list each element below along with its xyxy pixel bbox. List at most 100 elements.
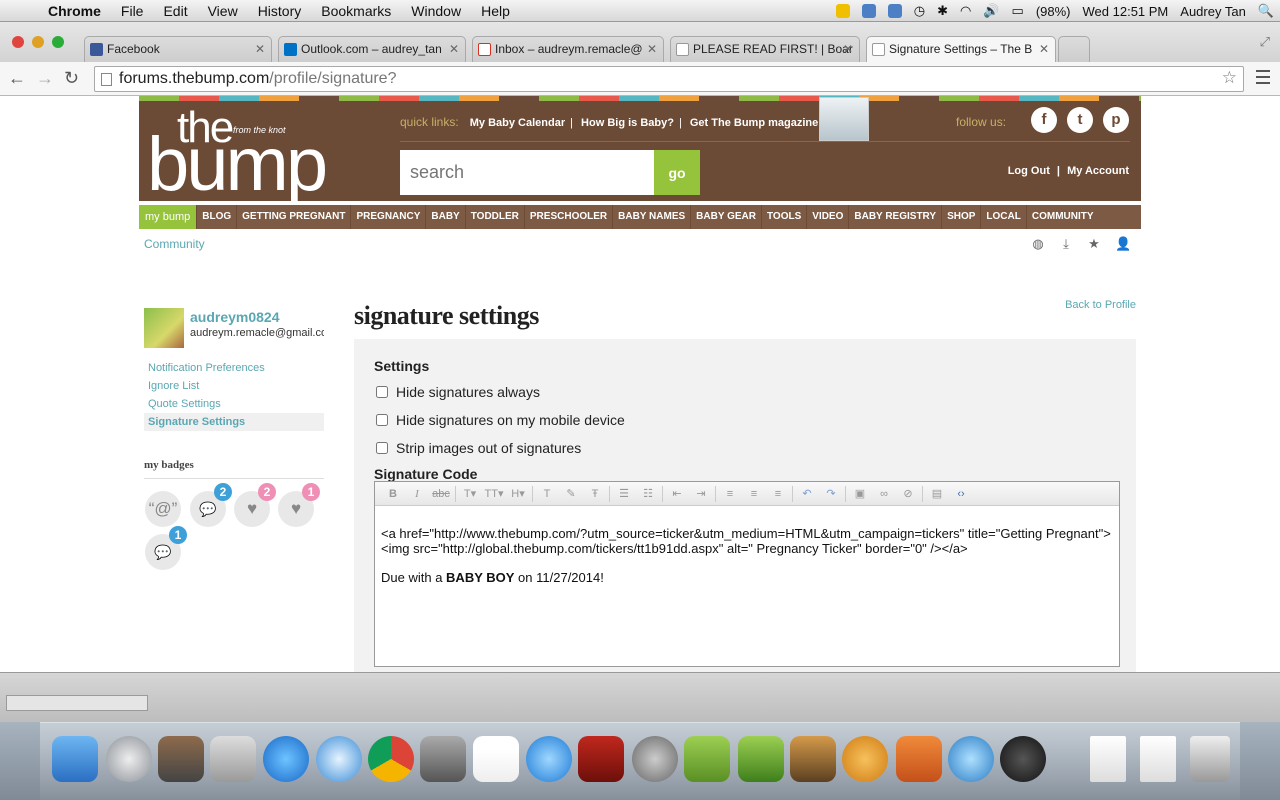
nav-baby-registry[interactable]: BABY REGISTRY — [849, 205, 943, 229]
bluetooth-icon[interactable]: ✱ — [937, 3, 948, 19]
badge-heart[interactable]: ♥ 2 — [234, 483, 276, 527]
badge-heart[interactable]: ♥ 1 — [278, 483, 320, 527]
link-icon[interactable]: ∞ — [872, 485, 896, 503]
close-tab-icon[interactable]: ✕ — [843, 42, 853, 56]
minimize-window-button[interactable] — [32, 36, 44, 48]
highlight-icon[interactable]: ✎ — [559, 485, 583, 503]
calendar-icon[interactable] — [473, 736, 519, 782]
hide-signatures-mobile-row[interactable]: Hide signatures on my mobile device — [376, 412, 625, 428]
doc-file-icon[interactable] — [1140, 736, 1176, 782]
outdent-icon[interactable]: ⇤ — [665, 485, 689, 503]
site-search-input[interactable] — [400, 150, 654, 195]
community-breadcrumb[interactable]: Community — [144, 237, 205, 251]
close-window-button[interactable] — [12, 36, 24, 48]
zoom-window-button[interactable] — [52, 36, 64, 48]
strikethrough-icon[interactable]: abc — [429, 485, 453, 503]
hide-signatures-always-row[interactable]: Hide signatures always — [376, 384, 540, 400]
avatar[interactable] — [144, 308, 184, 348]
nav-community[interactable]: COMMUNITY — [1027, 205, 1099, 229]
nav-getting-pregnant[interactable]: GETTING PREGNANT — [237, 205, 352, 229]
close-tab-icon[interactable]: ✕ — [449, 42, 459, 56]
redo-icon[interactable]: ↷ — [819, 485, 843, 503]
system-preferences-icon[interactable] — [632, 736, 678, 782]
clock[interactable]: Wed 12:51 PM — [1083, 4, 1169, 19]
search-go-button[interactable]: go — [654, 150, 700, 195]
calculator-icon[interactable] — [210, 736, 256, 782]
forward-arrow-icon[interactable]: → — [36, 68, 54, 89]
badge-comment[interactable]: 💬 2 — [190, 483, 232, 527]
menu-bookmarks[interactable]: Bookmarks — [311, 3, 401, 19]
itunes-icon[interactable] — [526, 736, 572, 782]
nav-local[interactable]: LOCAL — [981, 205, 1027, 229]
indent-icon[interactable]: ⇥ — [689, 485, 713, 503]
source-code-icon[interactable]: ‹› — [949, 485, 973, 503]
nav-preschooler[interactable]: PRESCHOOLER — [525, 205, 614, 229]
image-icon[interactable]: ▣ — [848, 485, 872, 503]
battery-icon[interactable]: ▭ — [1012, 3, 1024, 19]
nav-video[interactable]: VIDEO — [807, 205, 850, 229]
signature-editor[interactable]: B I abc T▾ TT▾ H▾ T ✎ Ŧ ☰ ☷ ⇤ ⇥ ≡ ≡ ≡ ↶ … — [374, 481, 1120, 667]
strip-images-checkbox[interactable] — [376, 442, 388, 454]
chrome-icon[interactable] — [368, 736, 414, 782]
wifi-icon[interactable]: ◠ — [960, 3, 971, 19]
globe-icon[interactable]: ◍ — [1031, 237, 1045, 251]
tray-sync-icon[interactable] — [861, 4, 876, 18]
font-family-icon[interactable]: T▾ — [458, 485, 482, 503]
nav-toddler[interactable]: TODDLER — [466, 205, 525, 229]
dashboard-icon[interactable] — [1000, 736, 1046, 782]
clear-format-icon[interactable]: Ŧ — [583, 485, 607, 503]
mission-control-icon[interactable] — [158, 736, 204, 782]
menu-history[interactable]: History — [248, 3, 312, 19]
hide-signatures-mobile-checkbox[interactable] — [376, 414, 388, 426]
word-icon[interactable] — [684, 736, 730, 782]
user-icon[interactable]: 👤 — [1115, 237, 1131, 251]
bullet-list-icon[interactable]: ☰ — [612, 485, 636, 503]
badge-comment[interactable]: 💬 1 — [145, 526, 187, 570]
nav-tools[interactable]: TOOLS — [762, 205, 808, 229]
tab-please-read[interactable]: PLEASE READ FIRST! | Boar ✕ — [670, 36, 860, 62]
network-icon[interactable] — [948, 736, 994, 782]
inbox-icon[interactable]: ⤓ — [1059, 237, 1073, 251]
menu-view[interactable]: View — [198, 3, 248, 19]
profile-username[interactable]: audreym0824 — [190, 309, 280, 325]
tab-outlook[interactable]: Outlook.com – audrey_tan ✕ — [278, 36, 466, 62]
spotlight-search-icon[interactable]: 🔍 — [1258, 3, 1274, 19]
editor-content[interactable]: <a href="http://www.thebump.com/?utm_sou… — [381, 526, 1117, 599]
launchpad-icon[interactable] — [106, 736, 152, 782]
chrome-menu-icon[interactable] — [1256, 70, 1270, 84]
iphoto-icon[interactable] — [790, 736, 836, 782]
align-right-icon[interactable]: ≡ — [766, 485, 790, 503]
tab-gmail[interactable]: Inbox – audreym.remacle@ ✕ — [472, 36, 664, 62]
nav-baby-gear[interactable]: BABY GEAR — [691, 205, 762, 229]
unlink-icon[interactable]: ⊘ — [896, 485, 920, 503]
numbered-list-icon[interactable]: ☷ — [636, 485, 660, 503]
logout-link[interactable]: Log Out — [1008, 165, 1050, 177]
paste-icon[interactable]: ▤ — [925, 485, 949, 503]
safari-icon[interactable] — [316, 736, 362, 782]
nav-baby[interactable]: BABY — [426, 205, 466, 229]
strip-images-row[interactable]: Strip images out of signatures — [376, 440, 581, 456]
link-get-magazine[interactable]: Get The Bump magazine > — [690, 117, 828, 129]
time-machine-icon[interactable]: ◷ — [914, 3, 925, 19]
sidebar-item-notification-preferences[interactable]: Notification Preferences — [144, 359, 324, 377]
tray-sync2-icon[interactable] — [887, 4, 902, 18]
twitter-icon[interactable]: t — [1067, 107, 1093, 133]
italic-icon[interactable]: I — [405, 485, 429, 503]
text-color-icon[interactable]: T — [535, 485, 559, 503]
trash-icon[interactable] — [1190, 736, 1230, 782]
star-icon[interactable]: ★ — [1087, 237, 1101, 251]
reload-icon[interactable]: ↻ — [64, 68, 79, 89]
powerpoint-icon[interactable] — [896, 736, 942, 782]
hide-signatures-always-checkbox[interactable] — [376, 386, 388, 398]
close-tab-icon[interactable]: ✕ — [255, 42, 265, 56]
photo-booth-icon[interactable] — [578, 736, 624, 782]
undo-icon[interactable]: ↶ — [795, 485, 819, 503]
align-left-icon[interactable]: ≡ — [718, 485, 742, 503]
address-bar[interactable]: forums.thebump.com/profile/signature? ☆ — [94, 66, 1244, 92]
view-mode-buttons[interactable] — [6, 695, 148, 711]
magazine-cover-image[interactable] — [819, 97, 869, 141]
pinterest-icon[interactable]: p — [1103, 107, 1129, 133]
tab-facebook[interactable]: Facebook ✕ — [84, 36, 272, 62]
sidebar-item-quote-settings[interactable]: Quote Settings — [144, 395, 324, 413]
link-how-big-is-baby[interactable]: How Big is Baby? — [581, 117, 674, 129]
